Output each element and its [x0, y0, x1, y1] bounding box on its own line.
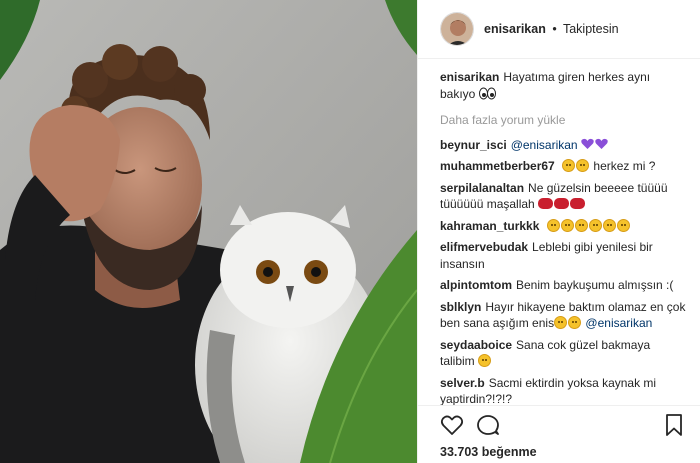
cry-emoji-icon [546, 218, 560, 232]
caption-author[interactable]: enisarikan [440, 70, 499, 84]
comment-author[interactable]: seydaaboice [440, 338, 512, 352]
grin-emoji-icon [562, 159, 576, 172]
comment-author[interactable]: alpintomtom [440, 278, 512, 292]
purple-heart-icon [595, 138, 608, 150]
comment-author[interactable]: sblklyn [440, 300, 481, 314]
comment-item: beynur_isci @enisarikan [440, 137, 686, 154]
post-photo-art [0, 0, 417, 463]
header-text: enisarikan • Takiptesin [484, 22, 619, 36]
comment-item: selver.b Sacmi ektirdin yoksa kaynak mi y… [440, 375, 686, 408]
comment-item: sblklyn Hayır hikayene baktım olamaz en ç… [440, 299, 686, 332]
like-count[interactable]: 33.703 beğenme [440, 445, 537, 459]
comment-list: enisarikan Hayatıma giren herkes aynı bak… [418, 59, 700, 408]
comment-item: serpilalanaltan Ne güzelsin beeeee tüüüü … [440, 180, 686, 213]
comment-item: alpintomtom Benim baykuşumu almışsın :( [440, 277, 686, 294]
purple-heart-icon [581, 138, 594, 150]
cry-emoji-icon [616, 218, 630, 232]
eyes-emoji-icon [478, 87, 496, 100]
bookmark-icon[interactable] [662, 413, 686, 437]
grin-emoji-icon [478, 354, 492, 367]
comment-mention[interactable]: @enisarikan [511, 138, 578, 152]
comment-author[interactable]: muhammetberber67 [440, 159, 555, 173]
comment-item: seydaaboice Sana cok güzel bakmaya talibi… [440, 337, 686, 370]
header-separator: • [552, 22, 557, 36]
comment-icon[interactable] [476, 413, 500, 437]
comment-item: elifmervebudak Leblebi gibi yenilesi bir … [440, 239, 686, 272]
comment-text: Benim baykuşumu almışsın :( [516, 278, 674, 292]
comment-mention[interactable]: @enisarikan [585, 316, 652, 330]
post-header: enisarikan • Takiptesin [418, 0, 700, 59]
post-photo[interactable] [0, 0, 417, 463]
comment-text: herkez mi ? [593, 159, 656, 173]
action-bar [418, 405, 700, 437]
comment-item: muhammetberber67 herkez mi ? [440, 158, 686, 175]
cry-emoji-icon [602, 218, 616, 232]
follow-status[interactable]: Takiptesin [563, 22, 619, 36]
comment-author[interactable]: selver.b [440, 376, 485, 390]
cry-emoji-icon [574, 218, 588, 232]
smile-emoji-icon [554, 316, 568, 329]
load-more-comments[interactable]: Daha fazla yorum yükle [440, 112, 686, 129]
heart-eyes-emoji-icon [568, 316, 582, 329]
comment-item: kahraman_turkkk [440, 218, 686, 235]
comment-author[interactable]: kahraman_turkkk [440, 219, 539, 233]
cry-emoji-icon [588, 218, 602, 232]
heart-icon[interactable] [440, 413, 464, 437]
post-side-panel: enisarikan • Takiptesin enisarikan Hayatı… [417, 0, 700, 463]
red-emoji-icon [570, 198, 586, 209]
face-emoji-icon [576, 159, 590, 172]
post-caption: enisarikan Hayatıma giren herkes aynı bak… [440, 69, 686, 102]
avatar[interactable] [440, 12, 474, 46]
red-emoji-icon [554, 198, 570, 209]
red-emoji-icon [538, 198, 554, 209]
comment-author[interactable]: elifmervebudak [440, 240, 528, 254]
comment-author[interactable]: beynur_isci [440, 138, 507, 152]
header-username[interactable]: enisarikan [484, 22, 546, 36]
cry-emoji-icon [560, 218, 574, 232]
comment-author[interactable]: serpilalanaltan [440, 181, 524, 195]
